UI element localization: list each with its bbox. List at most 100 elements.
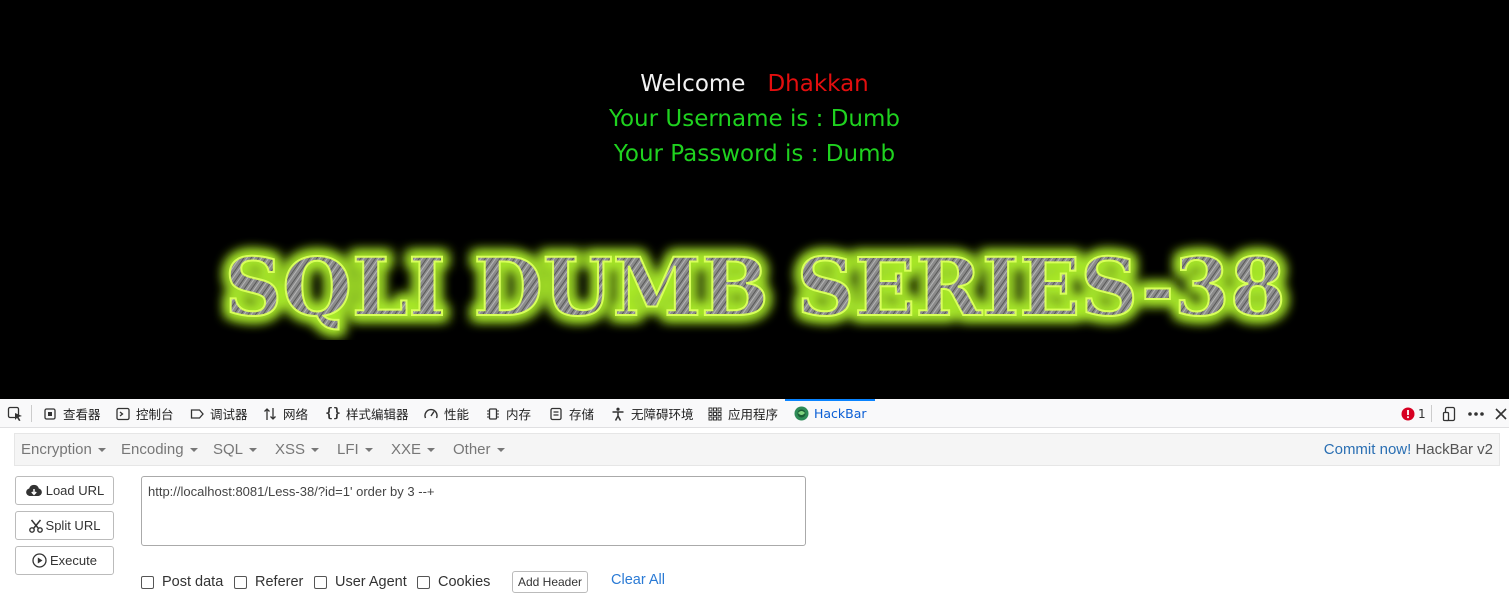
storage-icon [548,406,564,422]
tab-label: 样式编辑器 [346,407,409,422]
tab-debugger[interactable]: 调试器 [189,399,248,428]
close-icon [1495,407,1507,420]
commit-now-link[interactable]: Commit now! [1324,441,1412,458]
tab-label: 控制台 [136,407,174,422]
menu-label: Encryption [21,441,92,458]
menu-label: XSS [275,441,306,458]
menu-label: XXE [391,441,422,458]
cookies-checkbox[interactable]: Cookies [417,573,490,591]
chevron-down-icon [427,448,436,453]
pick-element-icon [7,406,23,422]
tab-console[interactable]: 控制台 [115,399,174,428]
debugger-icon [189,406,205,422]
tab-memory[interactable]: 内存 [485,399,531,428]
style-editor-icon: {} [325,406,341,421]
welcome-line: Welcome Dhakkan [0,69,1509,99]
menu-label: SQL [213,441,244,458]
welcome-name: Dhakkan [767,71,869,97]
menu-other[interactable]: Other [453,434,505,465]
button-label: Execute [50,553,97,568]
tab-application[interactable]: 应用程序 [707,399,778,428]
chevron-down-icon [249,448,258,453]
hackbar-version: HackBar v2 [1415,441,1493,458]
clear-all-link[interactable]: Clear All [611,572,665,588]
url-input[interactable]: http://localhost:8081/Less-38/?id=1' ord… [141,476,806,546]
menu-label: Encoding [121,441,184,458]
user-agent-checkbox[interactable]: User Agent [314,573,407,591]
checkbox-box [141,575,154,589]
scissors-icon [28,519,43,533]
tab-inspector[interactable]: 查看器 [42,399,101,428]
tab-label: HackBar [814,406,867,421]
checkbox-label: Post data [162,574,224,590]
toolbar-divider [1431,405,1432,422]
responsive-mode-icon [1442,406,1456,421]
tab-label: 查看器 [63,407,101,422]
console-icon [115,406,131,422]
password-line: Your Password is : Dumb [613,141,896,167]
tab-label: 存储 [569,407,595,422]
banner-text: SQLI DUMB SERIES-38 [224,240,1285,334]
memory-icon [485,406,501,422]
chevron-down-icon [364,448,373,453]
tab-network[interactable]: 网络 [262,399,308,428]
add-header-button[interactable]: Add Header [512,571,588,593]
inspector-icon [42,406,58,422]
menu-xxe[interactable]: XXE [391,434,436,465]
menu-sql[interactable]: SQL [213,434,258,465]
devtools-toolbar: 查看器 控制台 调试器 网络 {} 样式编辑器 性能 内存 存储 无障碍环境 应… [0,399,1509,428]
close-devtools-button[interactable] [1494,399,1508,428]
series-banner: SQLI DUMB SERIES-38 SQLI DUMB SERIES-38 [219,235,1290,339]
execute-button[interactable]: Execute [15,546,114,575]
menu-xss[interactable]: XSS [275,434,320,465]
post-data-checkbox[interactable]: Post data [141,573,223,591]
responsive-design-button[interactable] [1442,399,1458,428]
performance-icon [423,406,439,422]
tab-label: 性能 [444,407,470,422]
welcome-text: Welcome [640,71,746,97]
hackbar-menu: Encryption Encoding SQL XSS LFI XXE Othe… [14,433,1500,466]
checkbox-label: User Agent [335,574,407,590]
tab-label: 调试器 [210,407,248,422]
load-url-button[interactable]: Load URL [15,476,114,505]
error-icon [1401,407,1415,420]
button-label: Load URL [45,483,105,498]
toolbar-divider [31,405,32,422]
devtools-menu-button[interactable] [1467,399,1485,428]
tab-label: 应用程序 [728,407,779,422]
tab-hackbar[interactable]: HackBar [785,399,875,428]
tab-label: 网络 [283,407,309,422]
chevron-down-icon [496,448,505,453]
chevron-down-icon [97,448,106,453]
checkbox-box [234,575,247,589]
web-page-content: Welcome Dhakkan Your Username is : Dumb Y… [0,0,1509,399]
checkbox-box [314,575,327,589]
tab-label: 无障碍环境 [631,407,694,422]
devtools-panel: 查看器 控制台 调试器 网络 {} 样式编辑器 性能 内存 存储 无障碍环境 应… [0,399,1509,612]
menu-label: Other [453,441,491,458]
referer-checkbox[interactable]: Referer [234,573,303,591]
tab-storage[interactable]: 存储 [548,399,594,428]
menu-lfi[interactable]: LFI [337,434,373,465]
tab-label: 内存 [506,407,532,422]
application-icon [707,406,723,422]
accessibility-icon [610,406,626,422]
menu-encoding[interactable]: Encoding [121,434,198,465]
hackbar-icon [793,406,809,422]
checkbox-label: Referer [255,574,304,590]
menu-encryption[interactable]: Encryption [21,434,106,465]
tab-performance[interactable]: 性能 [423,399,469,428]
split-url-button[interactable]: Split URL [15,511,114,540]
more-icon [1468,411,1484,416]
error-counter[interactable]: 1 [1401,399,1426,428]
error-count: 1 [1418,406,1426,421]
network-icon [262,406,278,422]
chevron-down-icon [311,448,320,453]
tab-style-editor[interactable]: {} 样式编辑器 [325,399,409,428]
tab-accessibility[interactable]: 无障碍环境 [610,399,694,428]
checkbox-box [417,575,430,589]
element-picker-button[interactable] [7,399,28,428]
username-line: Your Username is : Dumb [608,106,900,132]
menu-label: LFI [337,441,359,458]
checkbox-label: Cookies [438,574,491,590]
